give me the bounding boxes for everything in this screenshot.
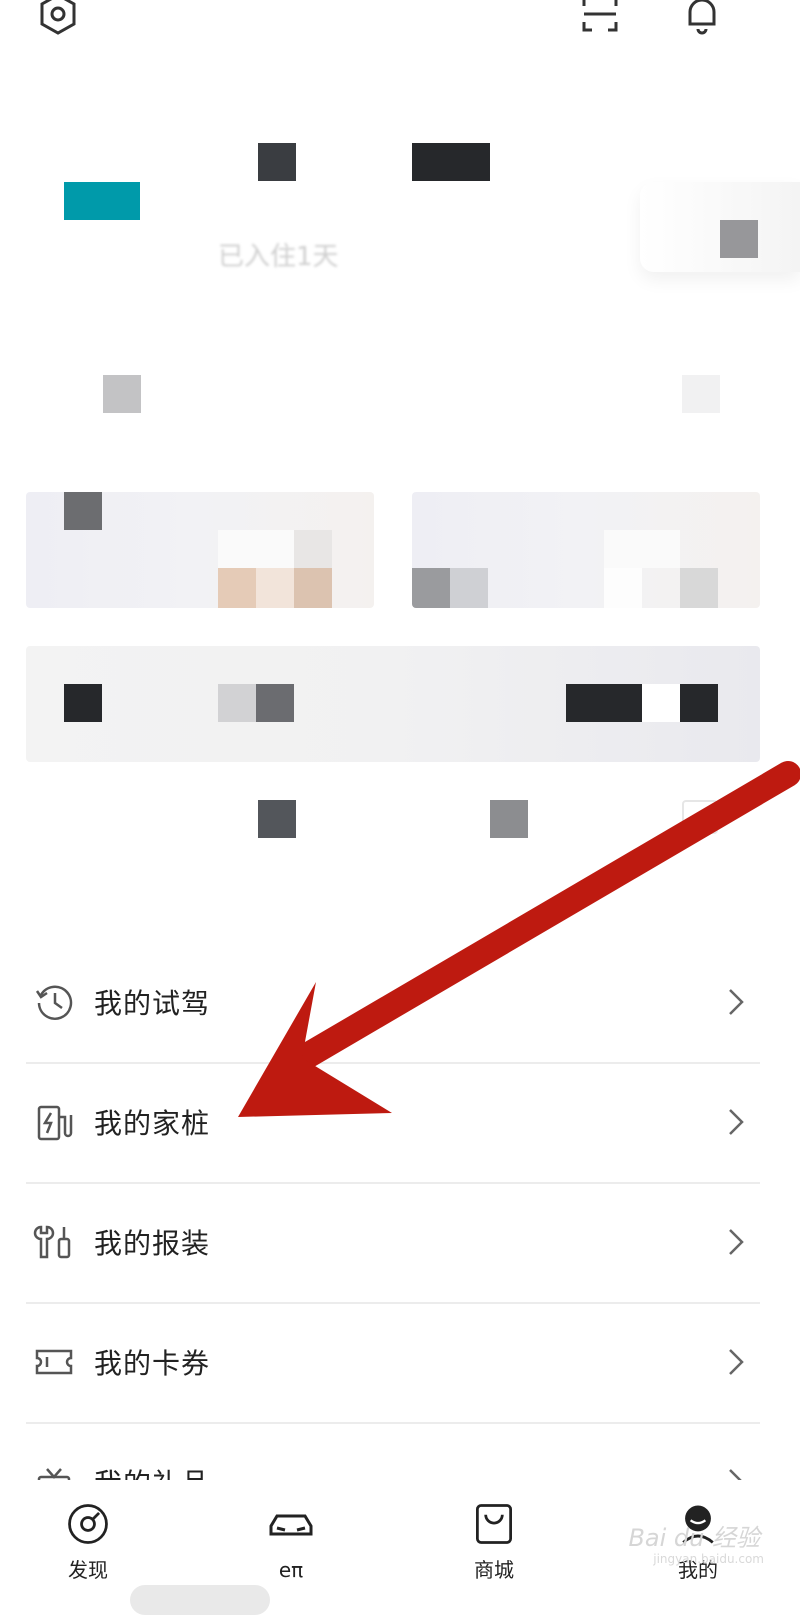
username-block-b — [412, 143, 490, 181]
tab-car[interactable]: eπ — [231, 1480, 351, 1582]
avatar[interactable] — [64, 182, 140, 220]
banner-block-3 — [256, 684, 294, 722]
quick-action-icon-2[interactable] — [490, 800, 528, 838]
coupon-ticket-icon — [30, 1338, 78, 1386]
bell-icon[interactable] — [678, 0, 726, 38]
card-right-block-4 — [604, 568, 642, 608]
home-charger-icon — [30, 1098, 78, 1146]
tab-shop[interactable]: 商城 — [434, 1480, 554, 1582]
discover-icon — [62, 1500, 114, 1548]
menu-item-coupons[interactable]: 我的卡券 — [26, 1302, 760, 1424]
banner-block-1 — [64, 684, 102, 722]
card-right-block-2 — [450, 568, 488, 608]
history-clock-icon — [30, 978, 78, 1026]
menu-item-label: 我的家桩 — [94, 1107, 211, 1140]
menu-item-test-drive[interactable]: 我的试驾 — [26, 942, 760, 1064]
tab-label: 发现 — [68, 1558, 108, 1582]
install-tools-icon — [30, 1218, 78, 1266]
card-left-block-2 — [218, 530, 294, 568]
menu-item-label: 我的卡券 — [94, 1347, 211, 1380]
watermark: Bai du 经验 — [628, 1524, 760, 1552]
card-right-block-5 — [680, 568, 718, 608]
menu-item-home-charger[interactable]: 我的家桩 — [26, 1062, 760, 1184]
banner-block-4 — [566, 684, 642, 722]
stat-block-left[interactable] — [103, 375, 141, 413]
watermark-url: jingyan.baidu.com — [653, 1552, 764, 1566]
banner[interactable] — [26, 646, 760, 762]
menu-item-label: 我的试驾 — [94, 987, 211, 1020]
card-right-block-1 — [412, 568, 450, 608]
banner-block-6 — [680, 684, 718, 722]
chevron-right-icon — [729, 989, 744, 1015]
joined-days-text: 已入住1天 — [218, 242, 339, 272]
card-left-block-3 — [294, 530, 332, 568]
promo-card-left[interactable] — [26, 492, 374, 608]
chevron-right-icon — [729, 1349, 744, 1375]
tab-label: eπ — [278, 1558, 304, 1582]
home-indicator — [130, 1585, 270, 1615]
scan-icon[interactable] — [576, 0, 624, 38]
shopping-bag-icon — [468, 1500, 520, 1548]
banner-block-5 — [642, 684, 680, 722]
settings-icon[interactable] — [34, 0, 82, 38]
stat-block-right[interactable] — [682, 375, 720, 413]
menu-item-installation[interactable]: 我的报装 — [26, 1182, 760, 1304]
chevron-right-icon — [729, 1109, 744, 1135]
side-card-icon — [720, 220, 758, 258]
tab-label: 商城 — [474, 1558, 514, 1582]
tab-discover[interactable]: 发现 — [28, 1480, 148, 1582]
banner-block-2 — [218, 684, 256, 722]
menu-item-label: 我的报装 — [94, 1227, 211, 1260]
card-left-block-1 — [64, 492, 102, 530]
card-left-block-5 — [256, 568, 294, 608]
chevron-right-icon — [729, 1229, 744, 1255]
card-left-block-4 — [218, 568, 256, 608]
promo-card-right[interactable] — [412, 492, 760, 608]
username-block-a — [258, 143, 296, 181]
car-icon — [265, 1500, 317, 1552]
card-left-block-6 — [294, 568, 332, 608]
quick-action-icon-1[interactable] — [258, 800, 296, 838]
quick-action-icon-3[interactable] — [682, 800, 718, 834]
card-right-block-3 — [604, 530, 680, 568]
